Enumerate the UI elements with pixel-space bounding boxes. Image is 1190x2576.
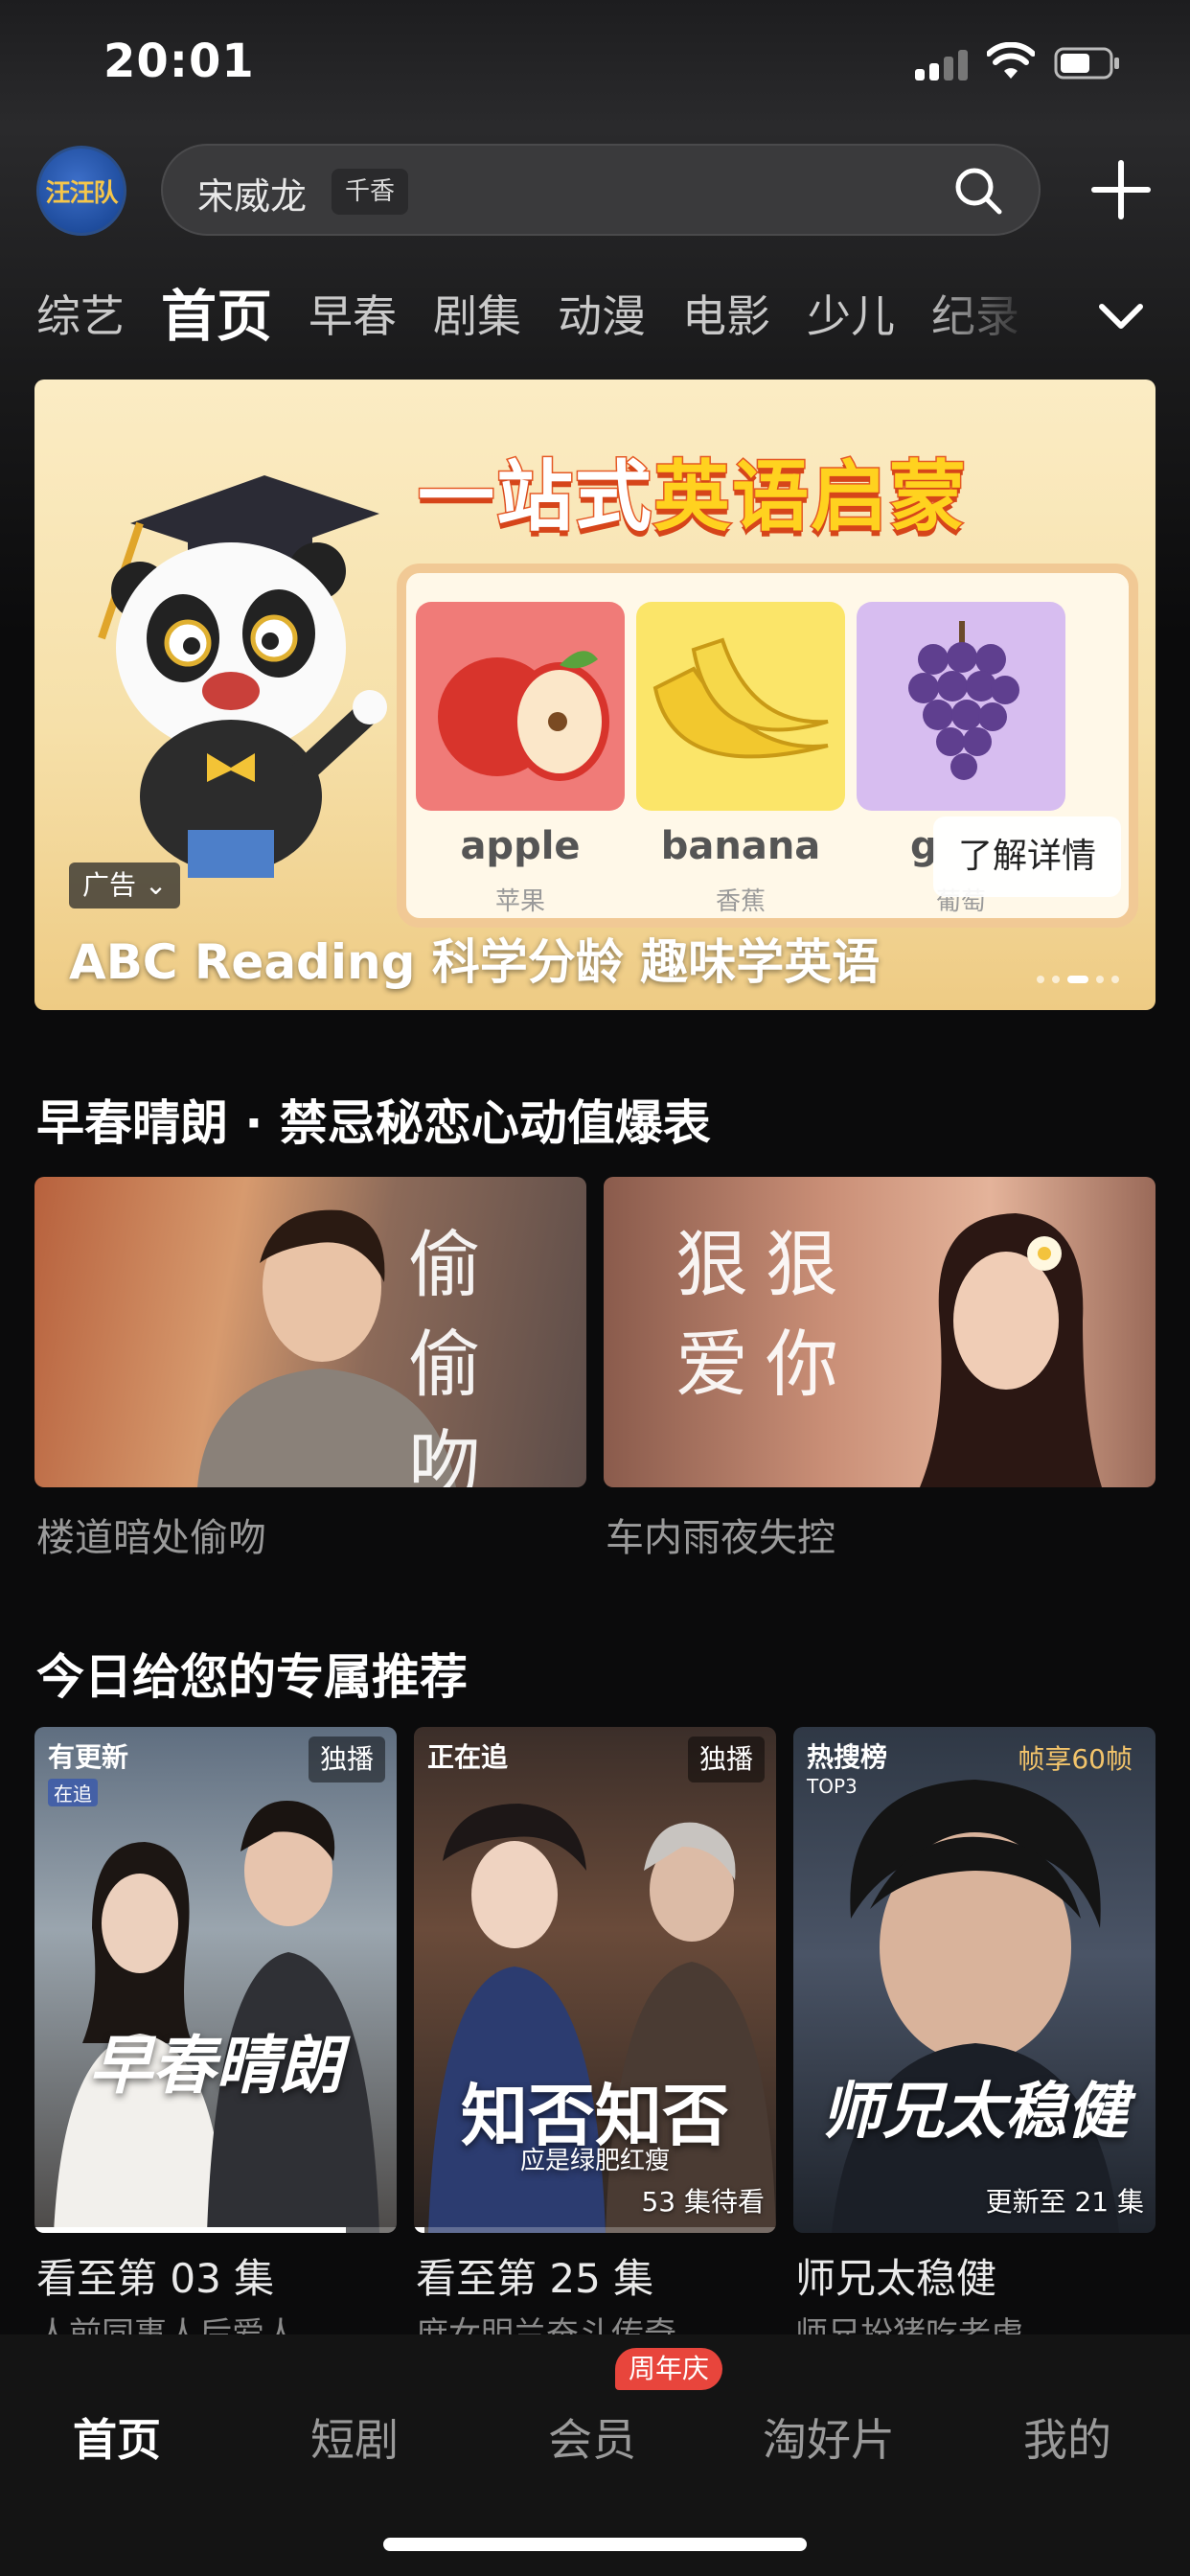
home-indicator xyxy=(383,2538,807,2551)
card-chinese: 苹果 xyxy=(494,887,545,916)
chevron-down-icon[interactable] xyxy=(1092,288,1150,345)
avatar-label: 汪汪队 xyxy=(45,178,118,208)
clip-thumbnail[interactable]: 狠狠 爱你 xyxy=(604,1177,1156,1487)
banana-card xyxy=(636,602,845,811)
tab-series[interactable]: 剧集 xyxy=(433,278,521,355)
update-badge: 有更新 在追 xyxy=(48,1741,129,1806)
episodes-pending: 53 集待看 xyxy=(641,2186,765,2218)
tab-home[interactable]: 首页 xyxy=(161,278,272,355)
clip-thumbnail[interactable]: 偷偷吻你 xyxy=(34,1177,586,1487)
trending-badge: 热搜榜 TOP3 xyxy=(807,1741,888,1798)
card-word: banana xyxy=(660,824,821,868)
exclusive-badge: 独播 xyxy=(308,1736,385,1782)
card-word: apple xyxy=(460,824,581,868)
section-title: 今日给您的专属推荐 xyxy=(36,1649,468,1705)
nav-membership[interactable]: 会员 xyxy=(548,2405,636,2469)
poster-line2: 师兄扮猪吃老虎 xyxy=(795,2315,1023,2336)
poster-subtitle: 应是绿肥红瘦 xyxy=(519,2147,670,2175)
exclusive-badge: 独播 xyxy=(687,1736,765,1782)
avatar[interactable]: 汪汪队 xyxy=(36,146,126,236)
add-icon[interactable] xyxy=(1090,159,1152,220)
apple-card xyxy=(416,602,625,811)
watch-progress xyxy=(34,2227,397,2233)
chevron-down-icon: ⌄ xyxy=(144,869,168,901)
wifi-icon xyxy=(987,42,1035,79)
learn-more-button[interactable]: 了解详情 xyxy=(932,816,1121,897)
poster-title: 早春晴朗 xyxy=(89,2028,342,2103)
tab-early-spring[interactable]: 早春 xyxy=(309,278,397,355)
channel-tabs: 综艺 首页 早春 剧集 动漫 电影 少儿 纪录 xyxy=(36,278,1100,355)
hfr-badge: 帧享60帧 xyxy=(1018,1743,1133,1775)
status-time: 20:01 xyxy=(103,34,255,88)
tab-variety[interactable]: 综艺 xyxy=(36,278,125,355)
cellular-signal-icon xyxy=(915,48,969,80)
tab-documentary[interactable]: 纪录 xyxy=(931,278,1019,355)
grape-card xyxy=(857,602,1065,811)
overlay-text: 狠狠 爱你 xyxy=(675,1222,856,1407)
nav-discover[interactable]: 淘好片 xyxy=(763,2405,895,2469)
panda-mascot-illustration xyxy=(98,475,387,878)
overlay-text: 偷偷吻你 xyxy=(408,1222,498,1487)
nav-profile[interactable]: 我的 xyxy=(1023,2405,1111,2469)
apple-illustration xyxy=(438,651,609,781)
search-icon[interactable] xyxy=(952,165,1004,217)
tab-movies[interactable]: 电影 xyxy=(682,278,770,355)
poster-title: 师兄太稳健 xyxy=(821,2076,1128,2148)
section-title: 早春晴朗 · 禁忌秘恋心动值爆表 xyxy=(36,1095,711,1151)
clip-caption: 楼道暗处偷吻 xyxy=(36,1516,266,1560)
anniversary-badge: 周年庆 xyxy=(615,2348,723,2390)
poster-line1: 看至第 25 集 xyxy=(416,2255,654,2302)
search-tag: 千香 xyxy=(332,169,409,215)
poster-card[interactable]: 正在追 独播 知否知否 应是绿肥红瘦 53 集待看 xyxy=(414,1727,776,2233)
ad-banner[interactable]: 一站式英语启蒙 apple banana g 苹果 香蕉 葡萄 广告 ⌄ 了解详… xyxy=(34,380,1156,1010)
poster-card[interactable]: 热搜榜 TOP3 帧享60帧 师兄太稳健 更新至 21 集 xyxy=(793,1727,1156,2233)
search-query: 宋威龙 xyxy=(197,175,308,218)
banana-illustration xyxy=(652,637,829,759)
poster-line2: 人前同事人后爱人 xyxy=(36,2315,297,2336)
nav-home[interactable]: 首页 xyxy=(73,2405,161,2469)
episode-update: 更新至 21 集 xyxy=(985,2186,1144,2218)
carousel-indicator xyxy=(1037,976,1119,983)
poster-line2: 庶女明兰奋斗传奇 xyxy=(416,2315,676,2336)
poster-line1: 看至第 03 集 xyxy=(36,2255,275,2302)
watch-progress xyxy=(414,2227,776,2233)
tab-anime[interactable]: 动漫 xyxy=(558,278,646,355)
tab-kids[interactable]: 少儿 xyxy=(807,278,895,355)
card-chinese: 香蕉 xyxy=(715,887,766,916)
search-bar[interactable]: 宋威龙 千香 xyxy=(161,144,1041,236)
grape-illustration xyxy=(908,621,1019,780)
clip-caption: 车内雨夜失控 xyxy=(606,1516,835,1560)
ad-caption: ABC Reading 科学分龄 趣味学英语 xyxy=(69,934,881,990)
battery-icon xyxy=(1054,47,1119,80)
poster-image xyxy=(832,1780,1119,2233)
watching-badge: 正在追 xyxy=(427,1741,509,1773)
ad-badge[interactable]: 广告 ⌄ xyxy=(69,862,181,908)
nav-short-drama[interactable]: 短剧 xyxy=(310,2405,399,2469)
poster-line1: 师兄太稳健 xyxy=(795,2255,997,2302)
poster-card[interactable]: 有更新 在追 独播 早春晴朗 xyxy=(34,1727,397,2233)
ad-headline: 一站式英语启蒙 xyxy=(417,451,968,543)
